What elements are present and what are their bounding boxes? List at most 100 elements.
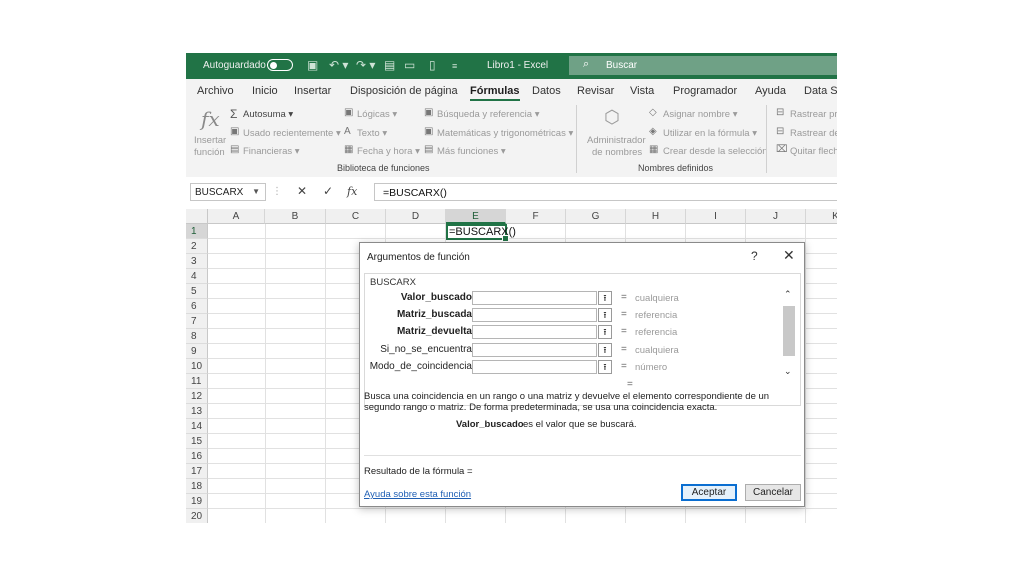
trace-precedents-button[interactable]: Rastrear pre bbox=[790, 109, 837, 120]
chevron-down-icon[interactable]: ⌄ bbox=[784, 366, 792, 377]
use-in-formula-button[interactable]: Utilizar en la fórmula ▾ bbox=[663, 128, 757, 139]
more-functions-button[interactable]: Más funciones ▾ bbox=[437, 146, 506, 157]
row-header-11[interactable]: 11 bbox=[186, 374, 208, 389]
page-icon[interactable]: ▯ bbox=[429, 58, 436, 72]
insert-function-fx-icon[interactable]: fx bbox=[347, 185, 357, 198]
tab-insertar[interactable]: Insertar bbox=[294, 85, 331, 97]
customize-qat-icon[interactable]: ≡ bbox=[452, 61, 457, 71]
assign-name-button[interactable]: Asignar nombre ▾ bbox=[663, 109, 737, 120]
formula-input[interactable]: =BUSCARX() bbox=[374, 183, 837, 201]
text-button[interactable]: Texto ▾ bbox=[357, 128, 387, 139]
row-header-12[interactable]: 12 bbox=[186, 389, 208, 404]
row-header-20[interactable]: 20 bbox=[186, 509, 208, 523]
formula-bar-divider-icon[interactable]: ⋮ bbox=[272, 186, 282, 197]
save-icon[interactable]: ▣ bbox=[307, 58, 318, 72]
column-header-h[interactable]: H bbox=[626, 209, 686, 224]
column-header-i[interactable]: I bbox=[686, 209, 746, 224]
row-header-4[interactable]: 4 bbox=[186, 269, 208, 284]
chevron-down-icon[interactable]: ▼ bbox=[252, 187, 260, 196]
tab-programador[interactable]: Programador bbox=[673, 85, 737, 97]
autosum-button[interactable]: Autosuma ▾ bbox=[243, 109, 293, 120]
logical-button[interactable]: Lógicas ▾ bbox=[357, 109, 397, 120]
collapse-dialog-icon[interactable]: ⭱ bbox=[598, 308, 612, 322]
search-box[interactable]: ⌕ Buscar bbox=[569, 56, 837, 75]
autosave-toggle[interactable] bbox=[267, 59, 293, 71]
close-icon[interactable]: ✕ bbox=[783, 247, 795, 264]
row-header-6[interactable]: 6 bbox=[186, 299, 208, 314]
tab-formulas[interactable]: Fórmulas bbox=[470, 85, 520, 101]
arg-input-matriz-buscada[interactable] bbox=[472, 308, 597, 322]
active-cell-e1[interactable]: =BUSCARX() bbox=[446, 224, 516, 242]
insert-function-icon[interactable]: fx bbox=[201, 107, 220, 131]
arg-input-si-no-se-encuentra[interactable] bbox=[472, 343, 597, 357]
collapse-dialog-icon[interactable]: ⭱ bbox=[598, 360, 612, 374]
insert-function-line1[interactable]: Insertar bbox=[194, 135, 226, 146]
row-header-5[interactable]: 5 bbox=[186, 284, 208, 299]
tab-datos[interactable]: Datos bbox=[532, 85, 561, 97]
column-header-j[interactable]: J bbox=[746, 209, 806, 224]
row-header-15[interactable]: 15 bbox=[186, 434, 208, 449]
column-header-k[interactable]: K bbox=[806, 209, 837, 224]
open-folder-icon[interactable]: ▭ bbox=[404, 58, 415, 72]
row-header-3[interactable]: 3 bbox=[186, 254, 208, 269]
tab-inicio[interactable]: Inicio bbox=[252, 85, 278, 97]
name-box[interactable]: BUSCARX ▼ bbox=[190, 183, 266, 201]
collapse-dialog-icon[interactable]: ⭱ bbox=[598, 325, 612, 339]
chevron-up-icon[interactable]: ⌃ bbox=[784, 289, 792, 300]
arg-input-valor-buscado[interactable] bbox=[472, 291, 597, 305]
cancel-button[interactable]: Cancelar bbox=[745, 484, 801, 501]
tab-ayuda[interactable]: Ayuda bbox=[755, 85, 786, 97]
tab-disposicion[interactable]: Disposición de página bbox=[350, 85, 458, 97]
tab-revisar[interactable]: Revisar bbox=[577, 85, 614, 97]
tab-vista[interactable]: Vista bbox=[630, 85, 654, 97]
row-header-9[interactable]: 9 bbox=[186, 344, 208, 359]
remove-arrows-button[interactable]: Quitar flech bbox=[790, 146, 837, 157]
row-header-10[interactable]: 10 bbox=[186, 359, 208, 374]
create-from-selection-button[interactable]: Crear desde la selección bbox=[663, 146, 768, 157]
column-header-a[interactable]: A bbox=[208, 209, 265, 224]
row-header-8[interactable]: 8 bbox=[186, 329, 208, 344]
fill-handle[interactable] bbox=[502, 235, 509, 242]
column-header-b[interactable]: B bbox=[265, 209, 326, 224]
help-icon[interactable]: ? bbox=[751, 249, 758, 263]
new-file-icon[interactable]: ▤ bbox=[384, 58, 395, 72]
row-header-2[interactable]: 2 bbox=[186, 239, 208, 254]
help-link[interactable]: Ayuda sobre esta función bbox=[364, 489, 471, 500]
row-header-19[interactable]: 19 bbox=[186, 494, 208, 509]
row-header-16[interactable]: 16 bbox=[186, 449, 208, 464]
trace-dependents-button[interactable]: Rastrear dep bbox=[790, 128, 837, 139]
financial-button[interactable]: Financieras ▾ bbox=[243, 146, 300, 157]
column-header-f[interactable]: F bbox=[506, 209, 566, 224]
column-header-d[interactable]: D bbox=[386, 209, 446, 224]
select-all-corner[interactable] bbox=[186, 209, 208, 224]
insert-function-line2[interactable]: función bbox=[194, 147, 225, 158]
arguments-scrollbar[interactable]: ⌃ ⌄ bbox=[783, 288, 795, 378]
arg-input-modo-de-coincidencia[interactable] bbox=[472, 360, 597, 374]
row-header-7[interactable]: 7 bbox=[186, 314, 208, 329]
column-header-g[interactable]: G bbox=[566, 209, 626, 224]
collapse-dialog-icon[interactable]: ⭱ bbox=[598, 291, 612, 305]
redo-icon[interactable]: ↷ ▾ bbox=[356, 58, 375, 72]
row-header-1[interactable]: 1 bbox=[186, 224, 208, 239]
undo-icon[interactable]: ↶ ▾ bbox=[329, 58, 348, 72]
math-button[interactable]: Matemáticas y trigonométricas ▾ bbox=[437, 128, 573, 139]
recent-button[interactable]: Usado recientemente ▾ bbox=[243, 128, 341, 139]
row-header-18[interactable]: 18 bbox=[186, 479, 208, 494]
column-header-e[interactable]: E bbox=[446, 209, 506, 224]
cancel-entry-icon[interactable]: ✕ bbox=[297, 184, 307, 198]
column-header-c[interactable]: C bbox=[326, 209, 386, 224]
lookup-button[interactable]: Búsqueda y referencia ▾ bbox=[437, 109, 539, 120]
name-manager-icon[interactable]: ⬡ bbox=[604, 107, 620, 128]
name-manager-line2[interactable]: de nombres bbox=[592, 147, 642, 158]
confirm-entry-icon[interactable]: ✓ bbox=[323, 184, 333, 198]
arg-input-matriz-devuelta[interactable] bbox=[472, 325, 597, 339]
row-header-14[interactable]: 14 bbox=[186, 419, 208, 434]
datetime-button[interactable]: Fecha y hora ▾ bbox=[357, 146, 420, 157]
row-header-13[interactable]: 13 bbox=[186, 404, 208, 419]
tab-data-streamer[interactable]: Data Str bbox=[804, 85, 837, 97]
name-manager-line1[interactable]: Administrador bbox=[587, 135, 646, 146]
scrollbar-thumb[interactable] bbox=[783, 306, 795, 356]
row-header-17[interactable]: 17 bbox=[186, 464, 208, 479]
tab-archivo[interactable]: Archivo bbox=[197, 85, 234, 97]
collapse-dialog-icon[interactable]: ⭱ bbox=[598, 343, 612, 357]
